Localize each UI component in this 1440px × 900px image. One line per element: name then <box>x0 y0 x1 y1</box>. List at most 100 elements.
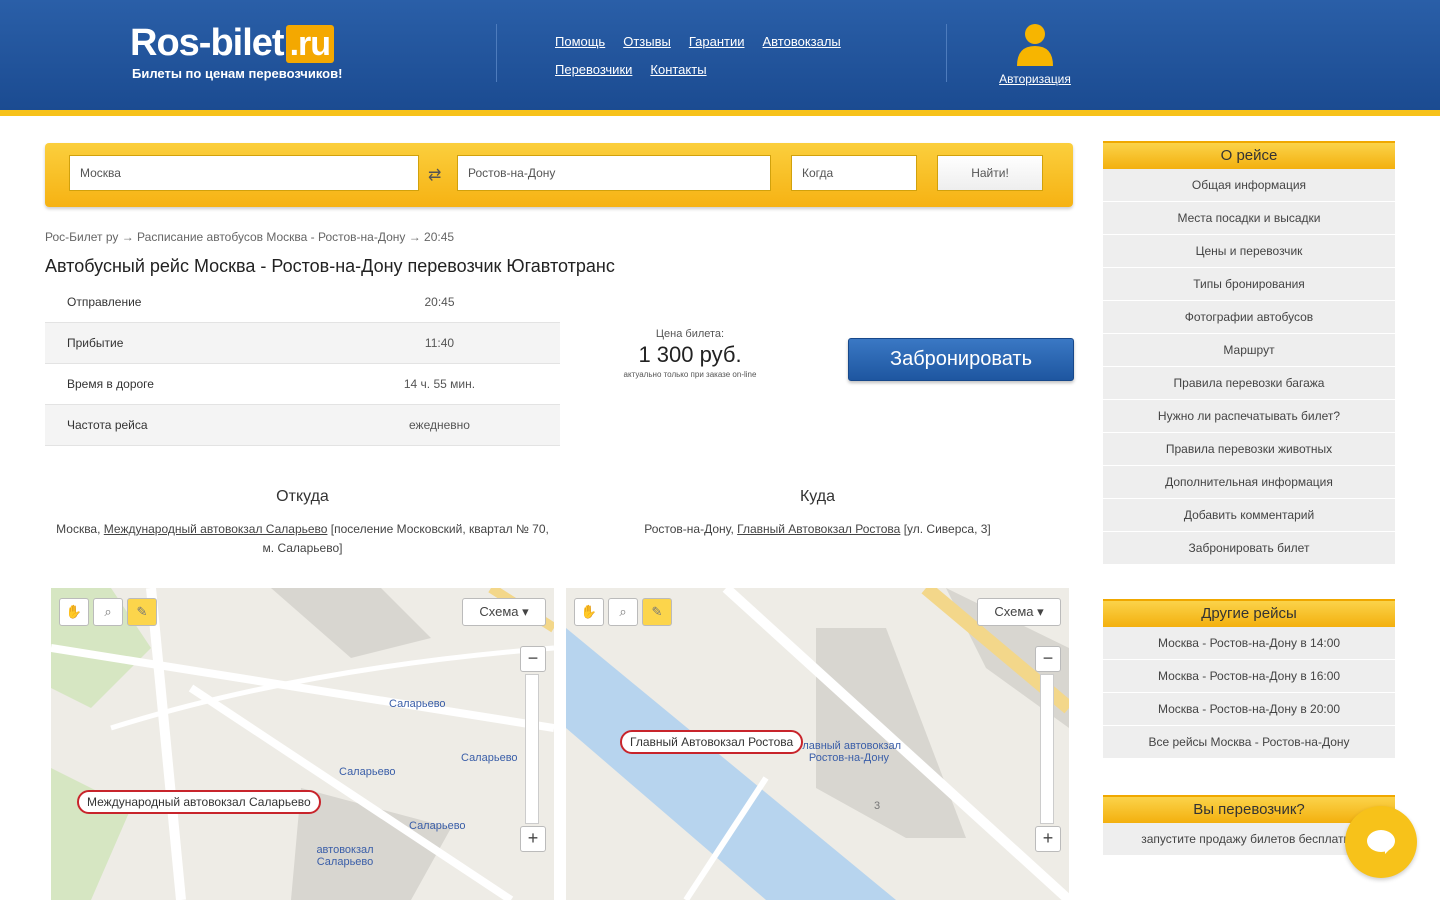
zoom-out-button[interactable]: − <box>520 646 546 672</box>
sidebar-item[interactable]: Цены и перевозчик <box>1103 235 1395 268</box>
search-panel: Москва ⇄ Ростов-на-Дону Когда Найти! <box>45 143 1073 207</box>
search-button[interactable]: Найти! <box>937 155 1043 191</box>
nav-reviews[interactable]: Отзывы <box>623 28 671 56</box>
row-label: Прибытие <box>45 322 319 364</box>
site-header: Ros-bilet .ru Билеты по ценам перевозчико… <box>0 0 1440 116</box>
to-heading: Куда <box>799 488 836 505</box>
sidebar-item[interactable]: Дополнительная информация <box>1103 466 1395 499</box>
nav-contacts[interactable]: Контакты <box>650 56 706 84</box>
hand-icon[interactable]: ✋ <box>59 598 89 626</box>
metro-label: Саларьево <box>409 820 466 832</box>
to-station-link[interactable]: Главный Автовокзал Ростова <box>737 522 900 536</box>
row-label: Время в дороге <box>45 363 319 405</box>
to-address: Ростов-на-Дону, Главный Автовокзал Росто… <box>644 522 991 536</box>
table-row: Отправление 20:45 <box>45 282 560 323</box>
row-value: 14 ч. 55 мин. <box>318 363 560 405</box>
chat-bubble-tail <box>1385 846 1393 854</box>
auth-link[interactable]: Авторизация <box>999 72 1071 86</box>
user-icon[interactable] <box>1015 22 1055 66</box>
table-row: Прибытие 11:40 <box>45 322 560 364</box>
price-value: 1 300 руб. <box>638 342 742 367</box>
other-trips-box: Другие рейсы Москва - Ростов-на-Дону в 1… <box>1103 599 1395 759</box>
table-row: Время в дороге 14 ч. 55 мин. <box>45 363 560 405</box>
hand-icon[interactable]: ✋ <box>574 598 604 626</box>
page-title: Автобусный рейс Москва - Ростов-на-Дону … <box>45 256 615 276</box>
map-toolbar: ✋ ⌕ ✎ <box>59 598 157 626</box>
from-address: Москва, Международный автовокзал Саларье… <box>56 522 549 555</box>
row-label: Отправление <box>45 282 319 323</box>
magnifier-icon[interactable]: ⌕ <box>93 598 123 626</box>
magnifier-icon[interactable]: ⌕ <box>608 598 638 626</box>
sidebar-item[interactable]: Места посадки и высадки <box>1103 202 1395 235</box>
sidebar-item[interactable]: Москва - Ростов-на-Дону в 14:00 <box>1103 627 1395 660</box>
station-label: автовокзал Саларьево <box>316 844 374 868</box>
metro-label: Саларьево <box>389 698 446 710</box>
table-row: Частота рейса ежедневно <box>45 404 560 446</box>
site-tagline: Билеты по ценам перевозчиков! <box>132 66 343 81</box>
from-station-link[interactable]: Международный автовокзал Саларьево <box>104 522 328 536</box>
nav-guarantees[interactable]: Гарантии <box>689 28 745 56</box>
nav-help[interactable]: Помощь <box>555 28 605 56</box>
box-heading: Другие рейсы <box>1103 599 1395 627</box>
station-label: Главный автовокзал Ростов-на-Дону <box>796 740 901 764</box>
zoom-in-button[interactable]: + <box>520 826 546 852</box>
sidebar-item[interactable]: Общая информация <box>1103 169 1395 202</box>
sidebar-item[interactable]: Москва - Ростов-на-Дону в 16:00 <box>1103 660 1395 693</box>
box-heading: Вы перевозчик? <box>1103 795 1395 823</box>
zoom-out-button[interactable]: − <box>1035 646 1061 672</box>
row-value: 11:40 <box>318 322 560 364</box>
sidebar-item[interactable]: Маршрут <box>1103 334 1395 367</box>
book-button[interactable]: Забронировать <box>848 338 1074 381</box>
building-number: 3 <box>874 800 881 812</box>
main-nav: Помощь Отзывы Гарантии Автовокзалы Перевозч… <box>555 28 915 84</box>
zoom-slider[interactable] <box>525 674 539 824</box>
price-note: актуально только при заказе on-line <box>623 370 757 379</box>
trip-info-table: Отправление 20:45 Прибытие 11:40 Время в д… <box>45 282 560 446</box>
metro-label: Саларьево <box>461 752 518 764</box>
row-value: 20:45 <box>318 282 560 323</box>
nav-carriers[interactable]: Перевозчики <box>555 56 632 84</box>
nav-bus-stations[interactable]: Автовокзалы <box>763 28 841 56</box>
site-logo[interactable]: Ros-bilet .ru <box>130 22 335 65</box>
sidebar-item[interactable]: Типы бронирования <box>1103 268 1395 301</box>
price-block: Цена билета: 1 300 руб. актуально только… <box>585 328 795 379</box>
header-divider <box>496 24 497 82</box>
map-toolbar: ✋ ⌕ ✎ <box>574 598 672 626</box>
auth-block: Авторизация <box>990 22 1080 88</box>
ruler-icon[interactable]: ✎ <box>127 598 157 626</box>
map-background <box>51 588 554 900</box>
sidebar-item[interactable]: Фотографии автобусов <box>1103 301 1395 334</box>
to-map[interactable]: ✋ ⌕ ✎ Схема ▾ − + Главный автовокзал Рос… <box>566 588 1069 900</box>
sidebar-item[interactable]: Добавить комментарий <box>1103 499 1395 532</box>
price-label: Цена билета: <box>655 328 725 340</box>
zoom-control: − + <box>520 646 546 852</box>
sidebar-item[interactable]: Забронировать билет <box>1103 532 1395 565</box>
swap-icon[interactable]: ⇄ <box>428 165 441 185</box>
sidebar-item[interactable]: Правила перевозки животных <box>1103 433 1395 466</box>
ruler-icon[interactable]: ✎ <box>642 598 672 626</box>
about-trip-box: О рейсе Общая информация Места посадки и… <box>1103 141 1395 565</box>
sidebar-item[interactable]: Правила перевозки багажа <box>1103 367 1395 400</box>
from-input[interactable]: Москва <box>69 155 419 191</box>
from-heading: Откуда <box>276 488 329 505</box>
from-map[interactable]: ✋ ⌕ ✎ Схема ▾ − + Саларьево Саларьево Са… <box>51 588 554 900</box>
row-label: Частота рейса <box>45 404 319 446</box>
header-divider <box>946 24 947 82</box>
metro-label: Саларьево <box>339 766 396 778</box>
from-station-callout[interactable]: Международный автовокзал Саларьево <box>77 790 321 814</box>
date-input[interactable]: Когда <box>791 155 917 191</box>
sidebar-item[interactable]: Все рейсы Москва - Ростов-на-Дону <box>1103 726 1395 759</box>
zoom-control: − + <box>1035 646 1061 852</box>
box-heading: О рейсе <box>1103 141 1395 169</box>
breadcrumb[interactable]: Рос-Билет ру → Расписание автобусов Моск… <box>45 230 454 244</box>
to-station-callout[interactable]: Главный Автовокзал Ростова <box>620 730 804 754</box>
chat-widget-button[interactable] <box>1345 806 1417 878</box>
zoom-slider[interactable] <box>1040 674 1054 824</box>
row-value: ежедневно <box>318 404 560 446</box>
map-layer-select[interactable]: Схема ▾ <box>462 598 546 626</box>
sidebar-item[interactable]: Нужно ли распечатывать билет? <box>1103 400 1395 433</box>
sidebar-item[interactable]: Москва - Ростов-на-Дону в 20:00 <box>1103 693 1395 726</box>
zoom-in-button[interactable]: + <box>1035 826 1061 852</box>
map-layer-select[interactable]: Схема ▾ <box>977 598 1061 626</box>
to-input[interactable]: Ростов-на-Дону <box>457 155 771 191</box>
